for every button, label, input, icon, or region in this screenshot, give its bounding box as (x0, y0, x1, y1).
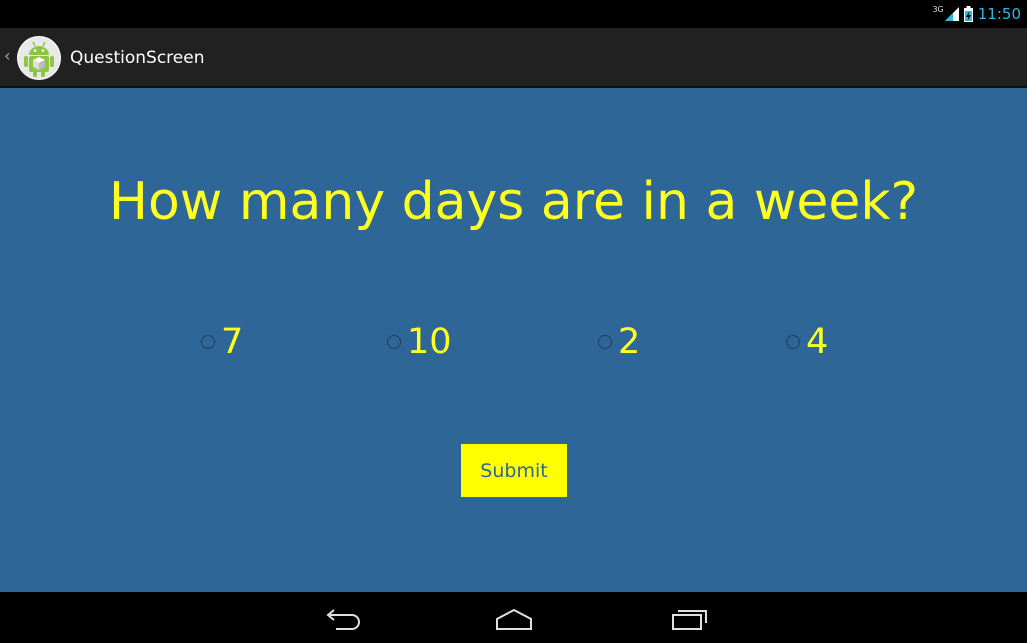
action-bar-title: QuestionScreen (70, 48, 205, 68)
answer-option-1[interactable]: 7 (201, 322, 243, 362)
radio-button[interactable] (387, 335, 401, 349)
answer-option-3[interactable]: 2 (598, 322, 640, 362)
home-icon[interactable] (492, 606, 536, 632)
radio-button[interactable] (786, 335, 800, 349)
answer-label: 4 (806, 322, 829, 362)
answer-label: 10 (407, 322, 452, 362)
answer-label: 7 (221, 322, 244, 362)
status-bar: 3G 11:50 (0, 0, 1027, 28)
up-caret-icon[interactable]: ‹ (4, 48, 10, 64)
navigation-bar (0, 592, 1027, 643)
android-app-icon[interactable] (16, 35, 62, 81)
clock: 11:50 (977, 5, 1021, 23)
answer-label: 2 (618, 322, 641, 362)
network-type-label: 3G (932, 4, 944, 14)
signal-icon (944, 7, 959, 21)
action-bar: ‹ QuestionScreen (0, 28, 1027, 88)
back-icon[interactable] (320, 606, 364, 632)
radio-button[interactable] (201, 335, 215, 349)
answer-option-2[interactable]: 10 (387, 322, 452, 362)
recent-apps-icon[interactable] (667, 606, 711, 632)
battery-icon (963, 6, 973, 22)
device-screen: 3G 11:50 ‹ QuestionScreen How many days … (0, 0, 1027, 643)
question-text: How many days are in a week? (108, 172, 919, 232)
submit-button[interactable]: Submit (461, 444, 567, 497)
status-indicators: 3G 11:50 (932, 4, 1021, 24)
question-panel: How many days are in a week? 7 10 2 4 Su… (0, 88, 1027, 592)
answer-option-4[interactable]: 4 (786, 322, 828, 362)
radio-button[interactable] (598, 335, 612, 349)
